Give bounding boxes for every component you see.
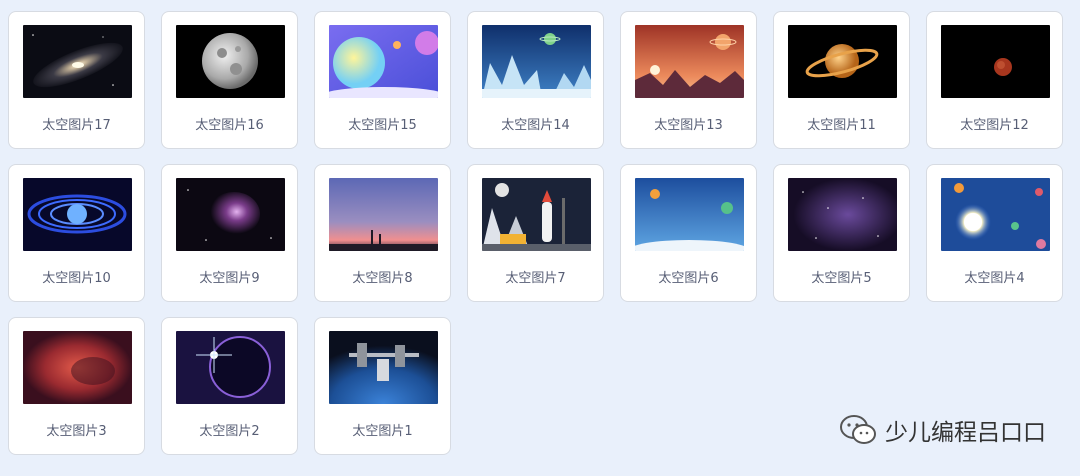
space-landscape-icon bbox=[635, 178, 744, 251]
sprite-card-6[interactable]: 太空图片6 bbox=[620, 164, 757, 302]
sprite-label: 太空图片4 bbox=[964, 271, 1025, 286]
sprite-label: 太空图片13 bbox=[654, 118, 723, 133]
sprite-label: 太空图片15 bbox=[348, 118, 417, 133]
sprite-card-13[interactable]: 太空图片13 bbox=[620, 11, 757, 149]
sprite-card-16[interactable]: 太空图片16 bbox=[161, 11, 298, 149]
sprite-card-8[interactable]: 太空图片8 bbox=[314, 164, 451, 302]
sprite-card-14[interactable]: 太空图片14 bbox=[467, 11, 604, 149]
sprite-label: 太空图片7 bbox=[505, 271, 566, 286]
sunset-sky-icon bbox=[329, 178, 438, 251]
space-station-icon bbox=[329, 331, 438, 404]
saturn-icon bbox=[788, 25, 897, 98]
watermark-text: 少儿编程吕口口 bbox=[885, 420, 1046, 446]
sprite-label: 太空图片11 bbox=[807, 118, 876, 133]
cartoon-planets-icon bbox=[329, 25, 438, 98]
sprite-card-5[interactable]: 太空图片5 bbox=[773, 164, 910, 302]
sprite-label: 太空图片3 bbox=[46, 424, 107, 439]
solar-system-icon bbox=[941, 178, 1050, 251]
sprite-card-9[interactable]: 太空图片9 bbox=[161, 164, 298, 302]
sprite-label: 太空图片10 bbox=[42, 271, 111, 286]
rocket-launch-icon bbox=[482, 178, 591, 251]
sprite-label: 太空图片5 bbox=[811, 271, 872, 286]
sprite-label: 太空图片2 bbox=[199, 424, 260, 439]
sprite-label: 太空图片8 bbox=[352, 271, 413, 286]
sprite-label: 太空图片16 bbox=[195, 118, 264, 133]
blue-vortex-icon bbox=[23, 178, 132, 251]
red-alien-landscape-icon bbox=[635, 25, 744, 98]
mars-icon bbox=[941, 25, 1050, 98]
eclipse-icon bbox=[176, 331, 285, 404]
sprite-label: 太空图片9 bbox=[199, 271, 260, 286]
sprite-card-2[interactable]: 太空图片2 bbox=[161, 317, 298, 455]
sprite-label: 太空图片12 bbox=[960, 118, 1029, 133]
galaxy-icon bbox=[23, 25, 132, 98]
sprite-card-10[interactable]: 太空图片10 bbox=[8, 164, 145, 302]
nebula-icon bbox=[176, 178, 285, 251]
sprite-card-7[interactable]: 太空图片7 bbox=[467, 164, 604, 302]
sprite-card-12[interactable]: 太空图片12 bbox=[926, 11, 1063, 149]
purple-starfield-icon bbox=[788, 178, 897, 251]
sprite-card-15[interactable]: 太空图片15 bbox=[314, 11, 451, 149]
sprite-card-1[interactable]: 太空图片1 bbox=[314, 317, 451, 455]
sprite-card-4[interactable]: 太空图片4 bbox=[926, 164, 1063, 302]
watermark: 少儿编程吕口口 bbox=[839, 413, 1046, 447]
sprite-label: 太空图片17 bbox=[42, 118, 111, 133]
sprite-card-3[interactable]: 太空图片3 bbox=[8, 317, 145, 455]
sprite-card-17[interactable]: 太空图片17 bbox=[8, 11, 145, 149]
sprite-label: 太空图片14 bbox=[501, 118, 570, 133]
moon-icon bbox=[176, 25, 285, 98]
sprite-card-11[interactable]: 太空图片11 bbox=[773, 11, 910, 149]
red-nebula-icon bbox=[23, 331, 132, 404]
ice-crystal-planet-icon bbox=[482, 25, 591, 98]
sprite-label: 太空图片6 bbox=[658, 271, 719, 286]
sprite-label: 太空图片1 bbox=[352, 424, 413, 439]
wechat-icon bbox=[840, 415, 876, 444]
